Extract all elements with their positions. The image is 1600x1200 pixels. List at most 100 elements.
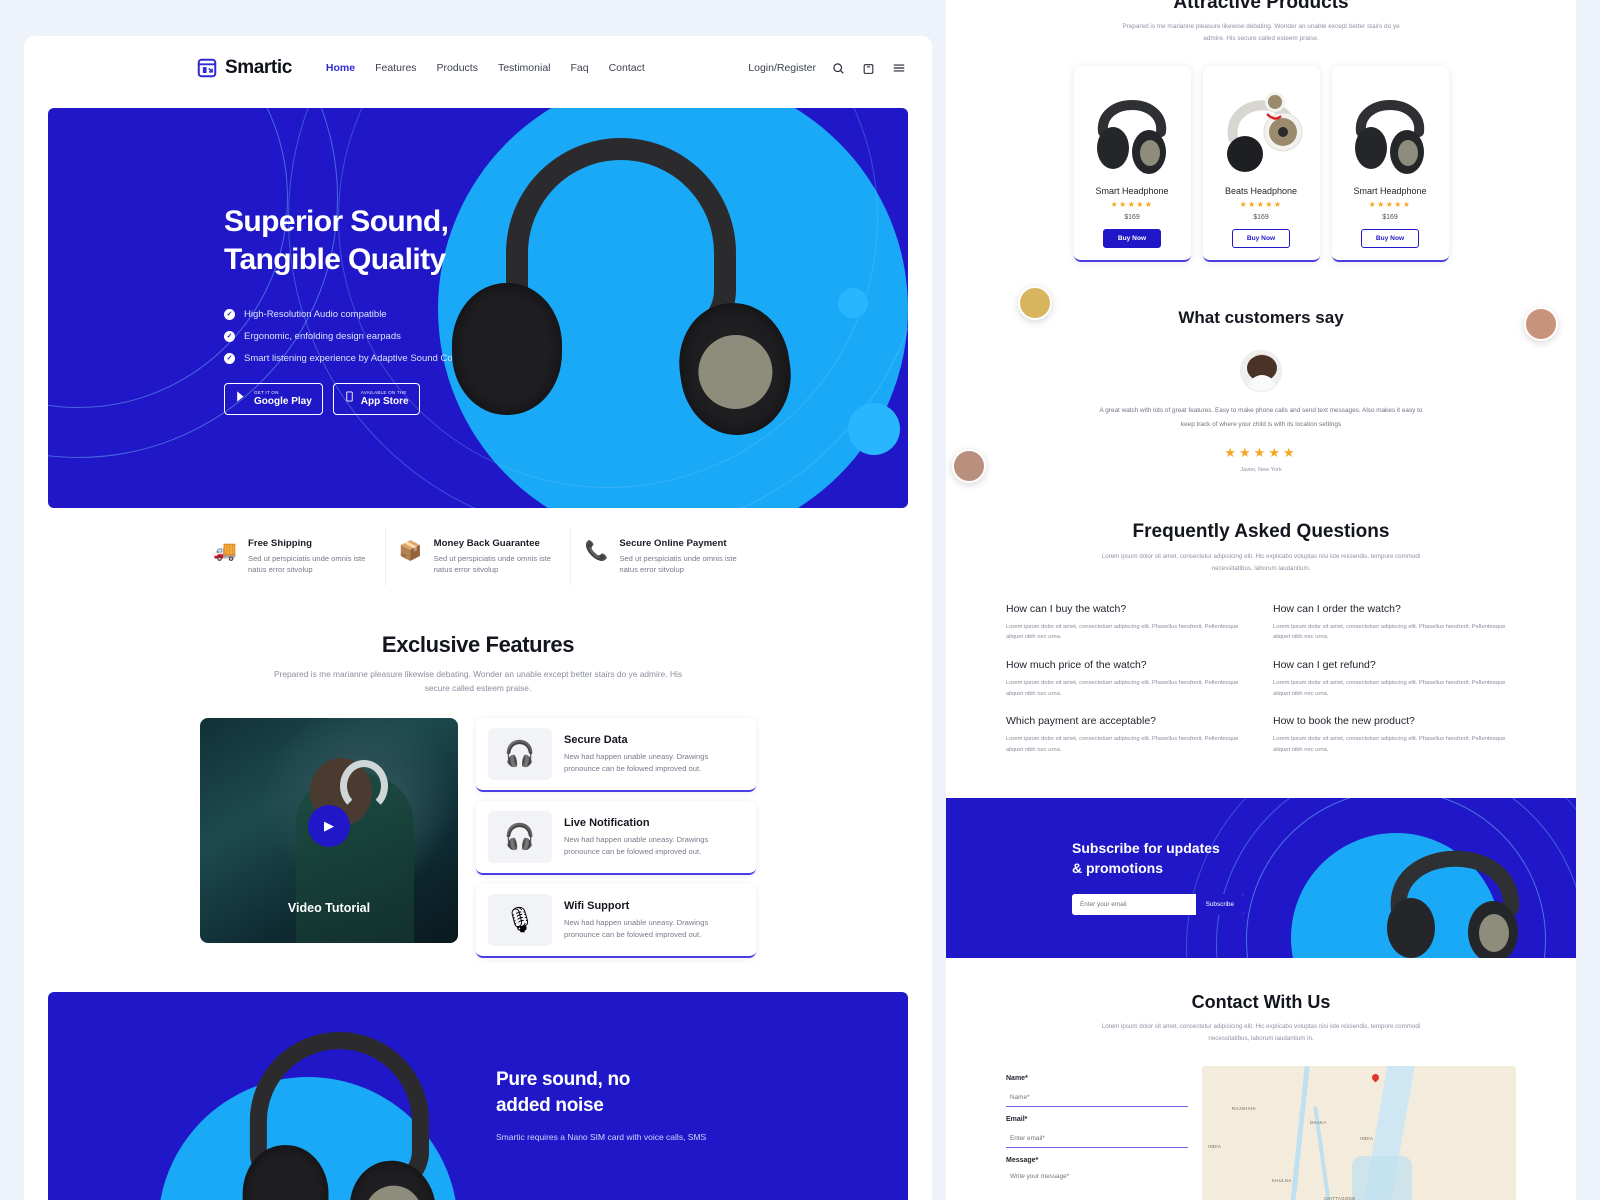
check-icon: ✓ <box>224 330 235 342</box>
faq-answer: Lorem ipsum dolor sit amet, consectetuer… <box>1273 736 1506 754</box>
page-root: Smartic Home Features Products Testimoni… <box>0 0 1600 1200</box>
nav-actions: Login/Register <box>748 61 906 76</box>
faq-item[interactable]: How can I buy the watch? Lorem ipsum dol… <box>1006 603 1249 643</box>
exclusive-features-body: ▶ Video Tutorial 🎧 Secure Data New had h… <box>200 718 756 959</box>
brand-logo[interactable]: Smartic <box>196 57 292 79</box>
buy-now-button[interactable]: Buy Now <box>1360 229 1420 249</box>
faq-item[interactable]: How can I order the watch? Lorem ipsum d… <box>1273 603 1516 643</box>
faq-answer: Lorem ipsum dolor sit amet, consectetuer… <box>1006 679 1239 697</box>
exclusive-features-header: Exclusive Features Prepared is me marian… <box>24 632 932 696</box>
nav-item-products[interactable]: Products <box>437 62 478 74</box>
products-header: Attractive Products Prepared is me maria… <box>1006 0 1516 44</box>
nav-item-testimonial[interactable]: Testimonial <box>498 62 551 74</box>
avatar <box>1018 286 1052 320</box>
hamburger-menu-icon[interactable] <box>891 61 906 76</box>
feature-card-secure-data[interactable]: 🎧 Secure Data New had happen unable unea… <box>476 718 756 793</box>
feature-card-desc: New had happen unable uneasy. Drawings p… <box>564 917 709 939</box>
subscribe-banner: Subscribe for updates & promotions Subsc… <box>946 797 1576 958</box>
feature-card-title: Wifi Support <box>564 899 630 912</box>
faq-subtitle: Lorem ipsum dolor sit amet, consectetur … <box>1101 552 1421 572</box>
contact-body: Name* Email* Message* Submit Now RAJSHA <box>1006 1066 1516 1200</box>
email-field[interactable] <box>1006 1130 1188 1149</box>
map-river <box>1352 1156 1412 1200</box>
map-label: DHAKA <box>1310 1120 1327 1126</box>
nav-item-contact[interactable]: Contact <box>609 62 645 74</box>
money-back-box-icon: 📦 <box>398 541 423 562</box>
google-play-button[interactable]: GET IT ON Google Play <box>224 382 323 415</box>
buy-now-button[interactable]: Buy Now <box>1231 229 1291 249</box>
testimonial-stars: ★★★★★ <box>1224 444 1298 460</box>
feature-card-title: Secure Data <box>564 733 628 746</box>
login-register-link[interactable]: Login/Register <box>748 62 816 74</box>
faq-question: Which payment are acceptable? <box>1006 715 1156 728</box>
benefit-desc: Sed ut perspiciatis unde omnis iste natu… <box>248 554 366 575</box>
avatar <box>1524 307 1558 341</box>
nav-links: Home Features Products Testimonial Faq C… <box>326 62 645 74</box>
name-field[interactable] <box>1006 1089 1188 1108</box>
faq-item[interactable]: How can I get refund? Lorem ipsum dolor … <box>1273 659 1516 699</box>
pure-sound-content: Pure sound, no added noise Smartic requi… <box>496 1067 826 1145</box>
map-label: CHITTAGONG <box>1324 1196 1356 1200</box>
faq-item[interactable]: How to book the new product? Lorem ipsum… <box>1273 715 1516 755</box>
subscribe-button[interactable]: Subscribe <box>1195 894 1244 916</box>
subscribe-email-input[interactable] <box>1072 894 1196 916</box>
main-page-panel: Smartic Home Features Products Testimoni… <box>24 36 932 1200</box>
app-store-button[interactable]: Available on the App Store <box>332 382 420 415</box>
hero-title-line1: Superior Sound, <box>224 205 449 238</box>
app-store-icon <box>344 390 355 408</box>
nav-item-home[interactable]: Home <box>326 62 355 74</box>
feature-card-wifi-support[interactable]: 🎙 Wifi Support New had happen unable une… <box>476 884 756 959</box>
benefit-item-free-shipping: 🚚 Free Shipping Sed ut perspiciatis unde… <box>200 528 385 586</box>
faq-question: How can I get refund? <box>1273 658 1376 671</box>
buy-now-button[interactable]: Buy Now <box>1102 229 1162 249</box>
pure-title-line1: Pure sound, no <box>496 1069 631 1091</box>
google-play-label: Google Play <box>254 395 312 407</box>
feature-card-live-notification[interactable]: 🎧 Live Notification New had happen unabl… <box>476 801 756 876</box>
play-icon[interactable]: ▶ <box>308 805 350 848</box>
faq-question: How to book the new product? <box>1273 715 1415 728</box>
faq-grid: How can I buy the watch? Lorem ipsum dol… <box>1006 603 1516 756</box>
nav-item-features[interactable]: Features <box>375 62 416 74</box>
hero-title-line2: Tangible Quality <box>224 242 446 276</box>
contact-title: Contact With Us <box>1191 991 1331 1012</box>
feature-card-title: Live Notification <box>564 816 650 829</box>
faq-item[interactable]: Which payment are acceptable? Lorem ipsu… <box>1006 715 1249 755</box>
wifi-speaker-icon: 🎙 <box>488 894 552 947</box>
check-icon: ✓ <box>224 352 235 364</box>
product-card[interactable]: Beats Headphone ★★★★★ $169 Buy Now <box>1202 66 1320 263</box>
map-label: KHULNA <box>1272 1178 1292 1184</box>
product-image <box>1211 76 1312 180</box>
nav-item-faq[interactable]: Faq <box>571 62 589 74</box>
product-image <box>1082 76 1183 180</box>
secondary-page-panel: Attractive Products Prepared is me maria… <box>946 0 1576 1200</box>
feature-card-desc: New had happen unable uneasy. Drawings p… <box>564 751 709 773</box>
benefit-title: Money Back Guarantee <box>433 538 540 549</box>
check-icon: ✓ <box>224 308 235 320</box>
hero-banner: Superior Sound, Tangible Quality ✓ High-R… <box>48 108 908 508</box>
cart-icon[interactable] <box>861 61 876 76</box>
product-card[interactable]: Smart Headphone ★★★★★ $169 Buy Now <box>1073 66 1191 263</box>
name-label: Name* <box>1006 1075 1028 1083</box>
feature-card-desc: New had happen unable uneasy. Drawings p… <box>564 834 709 856</box>
video-tutorial-card[interactable]: ▶ Video Tutorial <box>200 718 458 944</box>
benefit-title: Free Shipping <box>248 538 312 549</box>
location-map[interactable]: RAJSHAHI DHAKA INDIA KHULNA CHITTAGONG B… <box>1202 1066 1516 1200</box>
search-icon[interactable] <box>831 61 846 76</box>
hero-headphone-image <box>446 138 799 488</box>
app-store-small: Available on the <box>360 390 407 396</box>
faq-answer: Lorem ipsum dolor sit amet, consectetuer… <box>1273 679 1506 697</box>
benefit-desc: Sed ut perspiciatis unde omnis iste natu… <box>433 554 552 575</box>
map-label: INDIA <box>1208 1144 1222 1150</box>
google-play-icon <box>235 390 248 408</box>
benefits-bar: 🚚 Free Shipping Sed ut perspiciatis unde… <box>200 528 756 586</box>
faq-answer: Lorem ipsum dolor sit amet, consectetuer… <box>1273 623 1506 641</box>
hero-dot-small <box>838 288 868 318</box>
pure-sound-title: Pure sound, no added noise <box>496 1067 826 1118</box>
faq-item[interactable]: How much price of the watch? Lorem ipsum… <box>1006 659 1249 699</box>
products-title: Attractive Products <box>1173 0 1349 13</box>
product-image <box>1340 76 1441 180</box>
product-card[interactable]: Smart Headphone ★★★★★ $169 Buy Now <box>1331 66 1449 263</box>
hero-bullet-text: High-Resolution Audio compatible <box>244 308 387 320</box>
exclusive-features-title: Exclusive Features <box>381 631 575 657</box>
message-field[interactable] <box>1006 1168 1188 1200</box>
